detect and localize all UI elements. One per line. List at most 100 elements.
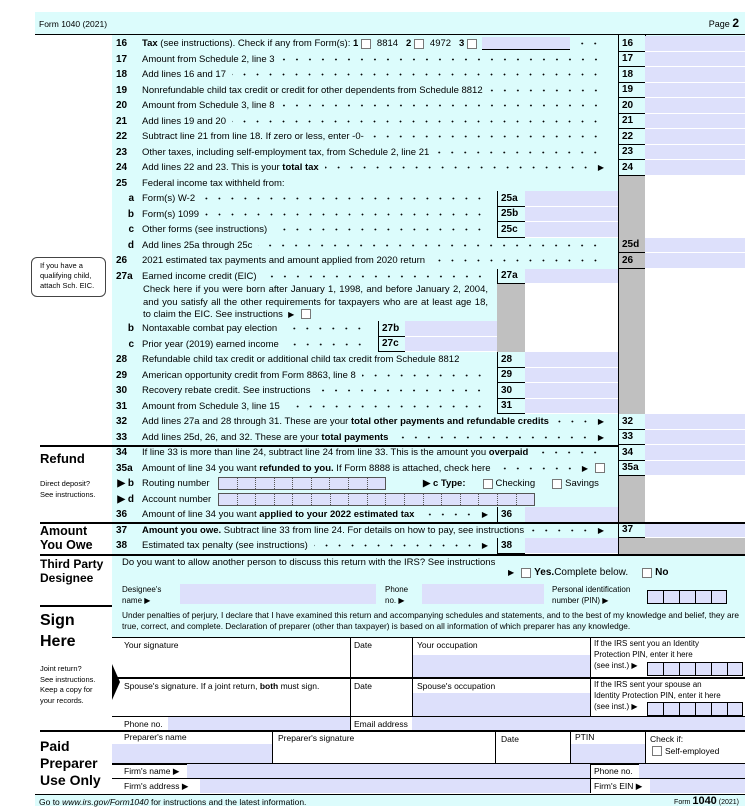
line-17-amount-input[interactable] (645, 51, 745, 67)
leader-dots (285, 404, 486, 408)
line-34-amount-input[interactable] (645, 445, 745, 461)
phone-input[interactable] (168, 717, 350, 730)
line-27a-amount-input[interactable] (525, 268, 618, 284)
line-27b-amount-input[interactable] (405, 321, 497, 337)
line-box-label: 22 (618, 129, 645, 145)
line-25c-amount-input[interactable] (525, 222, 618, 238)
line-35a-amount-input[interactable] (645, 460, 745, 476)
designee-no-checkbox[interactable] (642, 567, 653, 578)
line-25b-amount-input[interactable] (525, 206, 618, 222)
line-description: Other forms (see instructions) (142, 224, 492, 235)
line-28-amount-input[interactable] (525, 352, 618, 368)
line-text: (see instructions). Check if any from Fo… (157, 38, 353, 50)
perjury-statement: Under penalties of perjury, I declare th… (122, 610, 739, 631)
line-22-amount-input[interactable] (645, 129, 745, 145)
your-signature-field[interactable] (122, 650, 350, 677)
form-8888-checkbox[interactable] (595, 463, 605, 474)
blank-cell (525, 283, 618, 352)
form-line-33: 33 Add lines 25d, 26, and 32. These are y… (112, 430, 608, 446)
line-33-amount-input[interactable] (645, 429, 745, 445)
leader-dots (435, 150, 602, 154)
designee-pin-input[interactable] (647, 590, 727, 604)
line-box-label: 27a (497, 268, 525, 284)
email-input[interactable] (412, 717, 745, 730)
account-number-input[interactable] (218, 492, 535, 506)
divider (645, 731, 646, 763)
line-box-label: 28 (497, 352, 525, 368)
check-if-label: Check if: (650, 734, 684, 744)
preparer-signature-field[interactable] (273, 744, 495, 763)
form-line-34: 34 If line 33 is more than line 24, subtr… (112, 445, 608, 461)
line-30-amount-input[interactable] (525, 383, 618, 399)
form-line-17: 17 Amount from Schedule 2, line 3 (112, 52, 608, 68)
ptin-input[interactable] (571, 744, 645, 763)
line-25d-amount-input[interactable] (645, 237, 745, 253)
line-number: 22 (116, 131, 128, 143)
line-text: Add lines 19 and 20 (142, 115, 226, 127)
line-26-amount-input[interactable] (645, 253, 745, 269)
firm-phone-input[interactable] (639, 764, 745, 778)
line-box-label: 37 (618, 522, 645, 538)
form-line-26: 26 2021 estimated tax payments and amount… (112, 253, 608, 269)
line-19-amount-input[interactable] (645, 82, 745, 98)
firm-phone-label: Phone no. (594, 766, 633, 776)
line-text: Amount from Schedule 3, line 15 (142, 400, 280, 412)
form-line-20: 20 Amount from Schedule 3, line 8 (112, 98, 608, 114)
line-number: 28 (116, 354, 128, 366)
irs-link[interactable]: www.irs.gov/Form1040 (62, 797, 148, 807)
line-23-amount-input[interactable] (645, 144, 745, 160)
form-checkbox[interactable] (361, 38, 372, 49)
firm-address-input[interactable] (200, 779, 590, 793)
line-32-amount-input[interactable] (645, 414, 745, 430)
self-employed-option[interactable]: Self-employed (652, 746, 719, 756)
line-24-amount-input[interactable] (645, 160, 745, 176)
tax-field[interactable] (482, 37, 571, 51)
line-text: Amount from Schedule 3, line 8 (142, 100, 275, 112)
line-29-amount-input[interactable] (525, 367, 618, 383)
line-20-amount-input[interactable] (645, 98, 745, 114)
firm-ein-input[interactable] (650, 779, 745, 793)
your-occupation-input[interactable] (413, 655, 590, 677)
line-36-amount-input[interactable] (525, 507, 618, 523)
line-31-amount-input[interactable] (525, 398, 618, 414)
line-37-amount-input[interactable] (645, 522, 745, 538)
line-number: 27a (116, 270, 133, 282)
leader-dots (554, 420, 592, 424)
line-number: 17 (116, 53, 128, 65)
ip-pin-input[interactable] (647, 662, 743, 676)
line-27c-amount-input[interactable] (405, 336, 497, 352)
designee-yes-checkbox[interactable] (521, 567, 532, 578)
shaded-cell (618, 175, 645, 414)
line-38-amount-input[interactable] (525, 538, 618, 554)
line-text: Account number (142, 493, 212, 505)
line-25a-amount-input[interactable] (525, 191, 618, 207)
form-line-c: c Other forms (see instructions) (112, 222, 492, 238)
form-line-21: 21 Add lines 19 and 20 (112, 114, 608, 130)
line-text: If Form 8888 is attached, check here (333, 462, 491, 474)
checking-checkbox[interactable] (482, 478, 493, 489)
firm-name-input[interactable] (187, 764, 590, 778)
form-line-25: 25 Federal income tax withheld from: (112, 176, 490, 192)
line-21-amount-input[interactable] (645, 113, 745, 129)
spouse-signature-field[interactable] (122, 692, 350, 716)
form-line-a: a Form(s) W-2 (112, 191, 492, 207)
line-16-amount-input[interactable] (645, 36, 745, 52)
eic-age-checkbox[interactable] (301, 309, 312, 320)
spouse-occupation-input[interactable] (413, 693, 590, 716)
line-18-amount-input[interactable] (645, 67, 745, 83)
line-box-label: 25b (497, 206, 525, 222)
preparer-name-input[interactable] (112, 744, 272, 763)
savings-checkbox[interactable] (552, 478, 563, 489)
designee-phone-input[interactable] (422, 584, 544, 604)
designee-choice: ▶ Yes. Complete below. No (508, 567, 669, 578)
designee-name-input[interactable] (180, 584, 376, 604)
spouse-ip-pin-input[interactable] (647, 702, 743, 716)
arrow-icon: ▶ (481, 541, 488, 551)
direct-deposit-note: Direct deposit? See instructions. (40, 479, 96, 499)
self-employed-checkbox[interactable] (652, 746, 662, 756)
divider (495, 731, 496, 763)
form-checkbox[interactable] (467, 38, 478, 49)
routing-number-input[interactable] (218, 477, 386, 490)
line-text: 3 (459, 38, 465, 50)
form-checkbox[interactable] (414, 38, 425, 49)
